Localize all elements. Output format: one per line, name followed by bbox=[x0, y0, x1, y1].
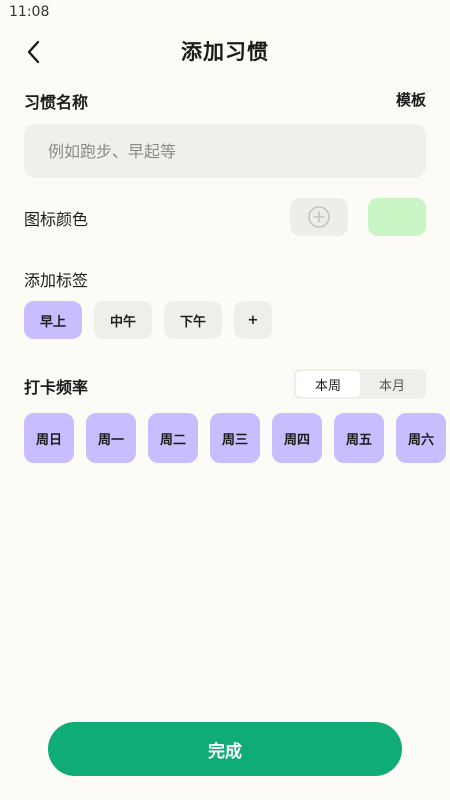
plus-circle-icon bbox=[308, 206, 330, 228]
template-link[interactable]: 模板 bbox=[396, 89, 426, 110]
tag-morning[interactable]: 早上 bbox=[24, 301, 82, 339]
done-button[interactable]: 完成 bbox=[48, 722, 402, 776]
day-tue[interactable]: 周二 bbox=[148, 413, 198, 463]
period-toggle: 本周 本月 bbox=[294, 369, 426, 399]
icon-picker-button[interactable] bbox=[290, 198, 348, 236]
icon-color-label: 图标颜色 bbox=[24, 210, 89, 229]
frequency-label: 打卡频率 bbox=[24, 378, 89, 397]
habit-name-input[interactable] bbox=[24, 124, 426, 178]
header: 添加习惯 bbox=[0, 30, 450, 74]
day-sat[interactable]: 周六 bbox=[396, 413, 446, 463]
day-fri[interactable]: 周五 bbox=[334, 413, 384, 463]
tag-afternoon[interactable]: 下午 bbox=[164, 301, 222, 339]
add-tag-button[interactable]: + bbox=[234, 301, 272, 339]
tags-label: 添加标签 bbox=[24, 271, 89, 290]
day-thu[interactable]: 周四 bbox=[272, 413, 322, 463]
day-wed[interactable]: 周三 bbox=[210, 413, 260, 463]
color-swatch[interactable] bbox=[368, 198, 426, 236]
day-sun[interactable]: 周日 bbox=[24, 413, 74, 463]
status-bar: 11:08 bbox=[0, 0, 450, 26]
day-list: 周日 周一 周二 周三 周四 周五 周六 bbox=[24, 413, 446, 463]
day-mon[interactable]: 周一 bbox=[86, 413, 136, 463]
period-month[interactable]: 本月 bbox=[360, 371, 424, 397]
page-title: 添加习惯 bbox=[181, 40, 269, 64]
tag-noon[interactable]: 中午 bbox=[94, 301, 152, 339]
status-time: 11:08 bbox=[9, 4, 50, 20]
period-week[interactable]: 本周 bbox=[296, 371, 360, 397]
tag-list: 早上 中午 下午 + bbox=[24, 301, 272, 339]
habit-name-label: 习惯名称 bbox=[24, 93, 89, 112]
